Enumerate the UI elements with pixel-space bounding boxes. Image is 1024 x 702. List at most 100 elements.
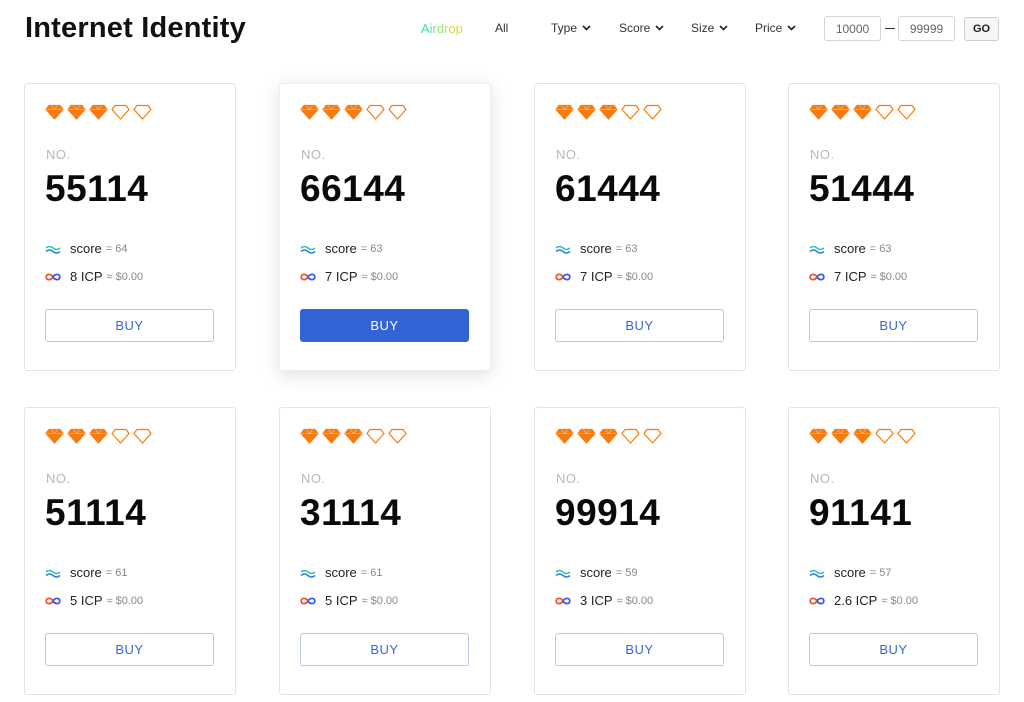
infinity-icon — [45, 272, 61, 281]
identity-card: NO. 91141 score = 57 2.6 ICP ≈ $0.00 BUY — [788, 407, 1000, 695]
wave-icon — [809, 245, 825, 254]
score-value: = 64 — [105, 242, 128, 255]
identity-number: 55114 — [45, 168, 149, 209]
price-usd: ≈ $0.00 — [881, 594, 918, 607]
score-value: = 57 — [869, 566, 892, 579]
diamond-filled-icon — [344, 428, 363, 444]
identity-card: NO. 66144 score = 63 7 ICP ≈ $0.00 BUY — [279, 83, 491, 371]
buy-button[interactable]: BUY — [555, 633, 724, 666]
range-max-input[interactable] — [898, 16, 955, 41]
score-label: score — [834, 565, 866, 580]
infinity-icon — [45, 596, 61, 605]
buy-button[interactable]: BUY — [809, 309, 978, 342]
diamond-filled-icon — [344, 104, 363, 120]
header: Internet Identity Airdrop All Type Score… — [0, 0, 1024, 58]
wave-icon — [555, 569, 571, 578]
price-icp: 2.6 ICP — [834, 593, 878, 608]
buy-button[interactable]: BUY — [300, 633, 469, 666]
filter-size-dropdown[interactable]: Size — [691, 21, 728, 35]
rating-gems — [809, 428, 916, 444]
infinity-icon — [555, 272, 571, 281]
diamond-filled-icon — [322, 428, 341, 444]
score-row: score = 63 — [809, 241, 892, 256]
score-row: score = 63 — [300, 241, 383, 256]
filter-type-dropdown[interactable]: Type — [551, 21, 591, 35]
score-row: score = 63 — [555, 241, 638, 256]
identity-card: NO. 61444 score = 63 7 ICP ≈ $0.00 BUY — [534, 83, 746, 371]
score-label: score — [580, 565, 612, 580]
price-row: 8 ICP ≈ $0.00 — [45, 269, 143, 284]
number-label: NO. — [46, 471, 71, 486]
diamond-filled-icon — [853, 104, 872, 120]
buy-button[interactable]: BUY — [809, 633, 978, 666]
filter-type-label: Type — [551, 21, 578, 35]
diamond-filled-icon — [577, 104, 596, 120]
buy-button[interactable]: BUY — [555, 309, 724, 342]
score-row: score = 61 — [300, 565, 383, 580]
price-row: 7 ICP ≈ $0.00 — [555, 269, 653, 284]
score-row: score = 61 — [45, 565, 128, 580]
diamond-filled-icon — [809, 104, 828, 120]
price-icp: 8 ICP — [70, 269, 103, 284]
nav-all-link[interactable]: All — [495, 21, 508, 35]
diamond-filled-icon — [555, 104, 574, 120]
rating-gems — [809, 104, 916, 120]
identity-number: 91141 — [809, 492, 913, 533]
diamond-filled-icon — [853, 428, 872, 444]
wave-icon — [300, 569, 316, 578]
price-row: 2.6 ICP ≈ $0.00 — [809, 593, 918, 608]
filter-score-label: Score — [619, 21, 651, 35]
price-usd: ≈ $0.00 — [616, 594, 654, 607]
rating-gems — [300, 104, 407, 120]
number-label: NO. — [810, 147, 835, 162]
wave-icon — [45, 245, 61, 254]
price-usd: ≈ $0.00 — [870, 270, 908, 283]
filter-score-dropdown[interactable]: Score — [619, 21, 664, 35]
diamond-filled-icon — [831, 428, 850, 444]
infinity-icon — [300, 596, 316, 605]
chevron-down-icon — [655, 25, 664, 31]
infinity-icon — [300, 272, 316, 281]
number-label: NO. — [301, 471, 326, 486]
price-row: 7 ICP ≈ $0.00 — [809, 269, 907, 284]
diamond-filled-icon — [45, 428, 64, 444]
number-label: NO. — [556, 471, 581, 486]
page-title: Internet Identity — [25, 12, 246, 44]
score-value: = 59 — [615, 566, 638, 579]
diamond-outline-icon — [643, 428, 662, 444]
price-icp: 3 ICP — [580, 593, 613, 608]
price-usd: ≈ $0.00 — [361, 594, 399, 607]
wave-icon — [809, 569, 825, 578]
diamond-filled-icon — [599, 104, 618, 120]
price-row: 7 ICP ≈ $0.00 — [300, 269, 398, 284]
go-button[interactable]: GO — [964, 17, 999, 41]
buy-button[interactable]: BUY — [45, 633, 214, 666]
score-row: score = 57 — [809, 565, 892, 580]
buy-button[interactable]: BUY — [45, 309, 214, 342]
diamond-filled-icon — [67, 104, 86, 120]
identity-number: 99914 — [555, 492, 661, 533]
diamond-outline-icon — [621, 104, 640, 120]
buy-button[interactable]: BUY — [300, 309, 469, 342]
rating-gems — [300, 428, 407, 444]
range-min-input[interactable] — [824, 16, 881, 41]
identity-card: NO. 31114 score = 61 5 ICP ≈ $0.00 BUY — [279, 407, 491, 695]
score-row: score = 59 — [555, 565, 638, 580]
diamond-outline-icon — [897, 428, 916, 444]
chevron-down-icon — [719, 25, 728, 31]
wave-icon — [45, 569, 61, 578]
price-usd: ≈ $0.00 — [616, 270, 654, 283]
price-usd: ≈ $0.00 — [106, 270, 144, 283]
price-icp: 5 ICP — [70, 593, 103, 608]
wave-icon — [300, 245, 316, 254]
diamond-outline-icon — [366, 428, 385, 444]
diamond-outline-icon — [111, 104, 130, 120]
score-value: = 61 — [360, 566, 383, 579]
number-label: NO. — [46, 147, 71, 162]
score-label: score — [834, 241, 866, 256]
diamond-outline-icon — [133, 428, 152, 444]
nav-airdrop-link[interactable]: Airdrop — [421, 21, 463, 36]
score-row: score = 64 — [45, 241, 128, 256]
filter-price-dropdown[interactable]: Price — [755, 21, 796, 35]
diamond-outline-icon — [388, 104, 407, 120]
